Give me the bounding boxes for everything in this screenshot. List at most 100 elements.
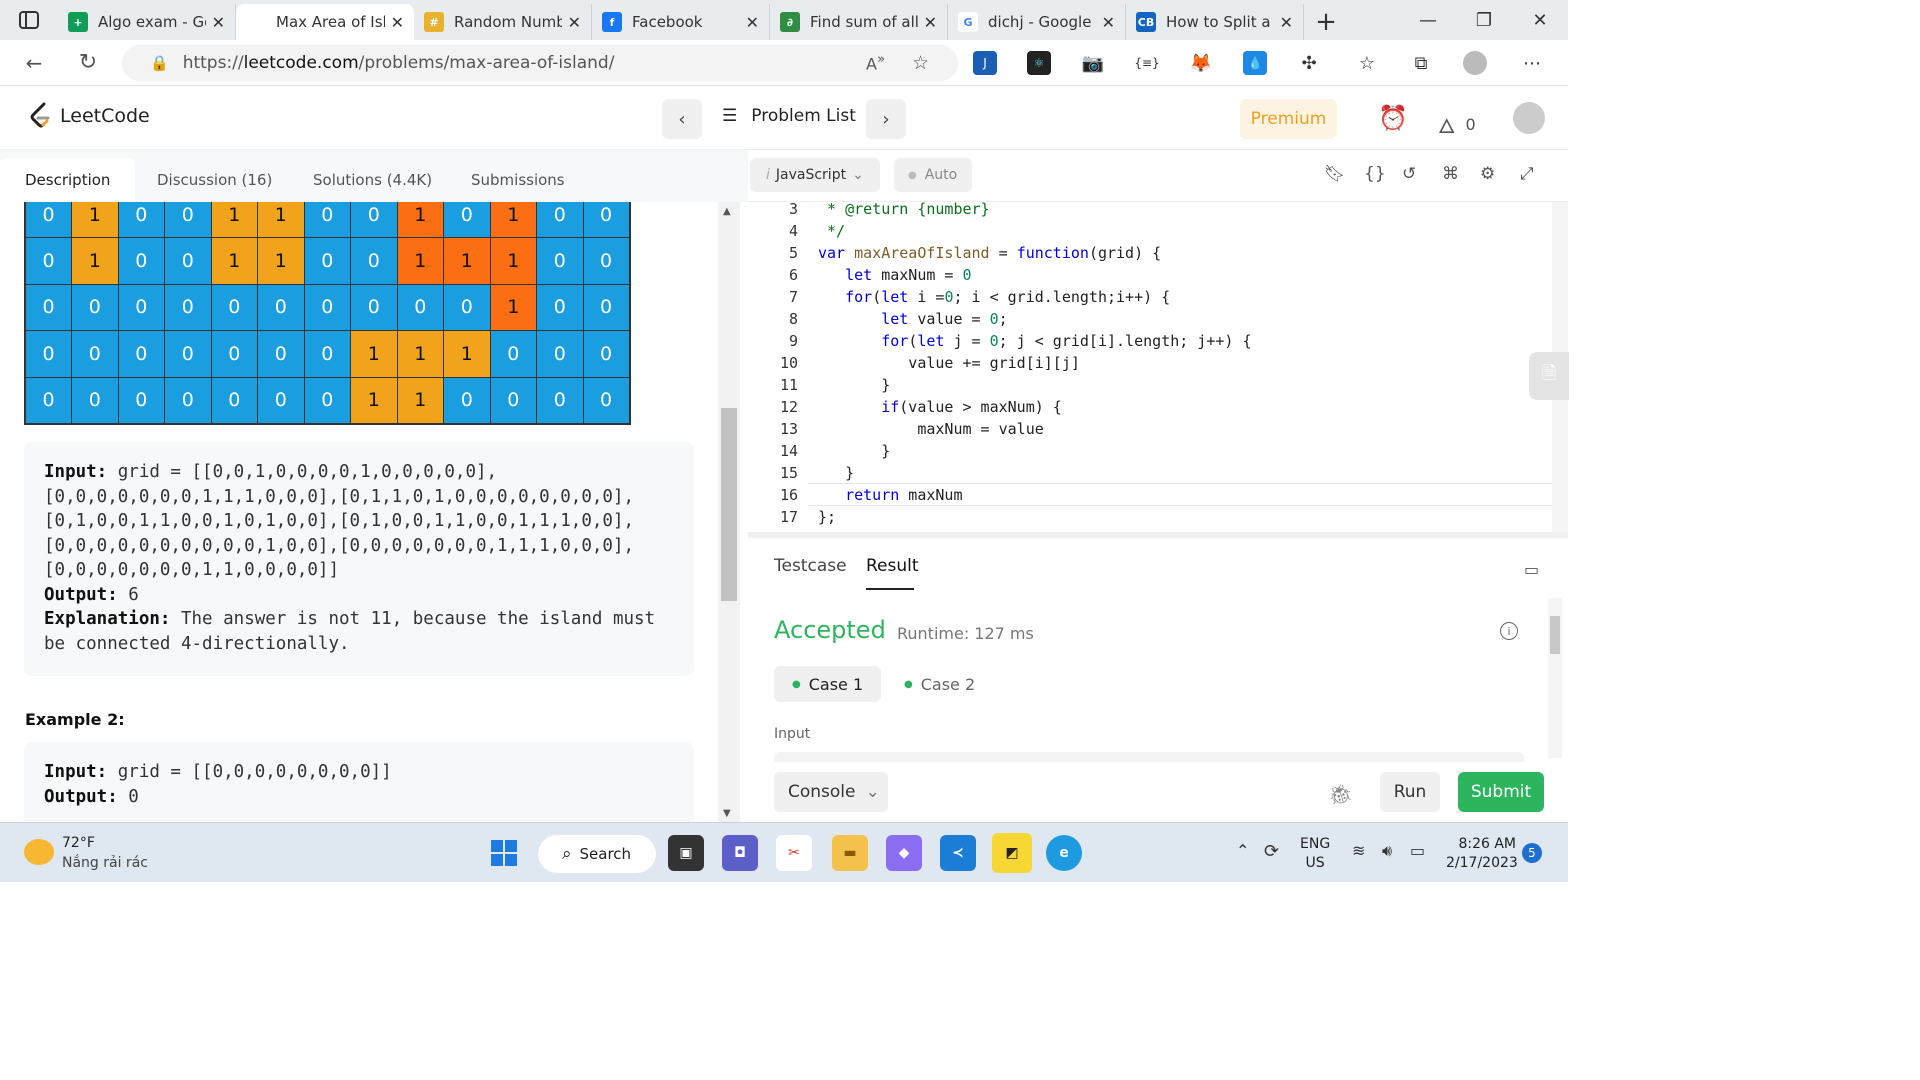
code-line[interactable]: }; xyxy=(818,508,836,526)
code-editor[interactable]: 3 * @return {number} 4 */ 5 var maxAreaOfIs… xyxy=(748,202,1552,532)
notes-file-icon[interactable]: 🗎 xyxy=(1529,352,1569,400)
browser-tab[interactable]: CB How to Split a ✕ xyxy=(1126,4,1304,40)
close-tab-icon[interactable]: ✕ xyxy=(391,13,404,32)
copilot-icon[interactable]: ◆ xyxy=(886,835,922,871)
code-line[interactable]: if(value > maxNum) { xyxy=(818,398,1062,416)
problem-list-button[interactable]: ☰ Problem List xyxy=(722,106,856,126)
json-viewer-icon[interactable]: {≡} xyxy=(1134,51,1160,75)
task-view-icon[interactable]: ▣ xyxy=(668,835,704,871)
close-tab-icon[interactable]: ✕ xyxy=(1280,13,1293,32)
tab-discussion[interactable]: Discussion (16) xyxy=(132,158,297,202)
command-icon[interactable]: ⌘ xyxy=(1442,164,1459,184)
close-tab-icon[interactable]: ✕ xyxy=(1102,13,1115,32)
close-tab-icon[interactable]: ✕ xyxy=(568,13,581,32)
tab-submissions[interactable]: Submissions xyxy=(446,158,590,202)
next-problem-button[interactable]: › xyxy=(866,99,906,139)
bookmark-icon[interactable]: 🔖︎ xyxy=(1324,164,1346,184)
tab-solutions[interactable]: Solutions (4.4K) xyxy=(288,158,457,202)
sticky-notes-icon[interactable]: ◩ xyxy=(992,833,1032,873)
browser-tab[interactable]: Gdichj - Google ✕ xyxy=(948,4,1126,40)
prev-problem-button[interactable]: ‹ xyxy=(662,99,702,139)
language-indicator[interactable]: ENG US xyxy=(1300,835,1330,873)
favorites-icon[interactable]: ☆ xyxy=(1355,51,1379,75)
camera-icon[interactable]: 📷 xyxy=(1081,51,1105,75)
extension-j-icon[interactable]: J xyxy=(973,51,997,75)
code-line[interactable]: let value = 0; xyxy=(818,310,1007,328)
start-windows-icon[interactable] xyxy=(486,835,522,871)
sync-icon[interactable]: ⟳ xyxy=(1264,841,1279,862)
extensions-puzzle-icon[interactable]: ✣ xyxy=(1297,51,1321,75)
vscode-icon[interactable]: ≺ xyxy=(940,835,976,871)
browser-tab[interactable]: Max Area of Isla ✕ xyxy=(236,4,414,40)
code-line[interactable]: return maxNum xyxy=(818,486,962,504)
language-select[interactable]: i JavaScript ⌄ xyxy=(750,158,880,192)
streak-counter[interactable]: 🜂 0 xyxy=(1438,104,1476,145)
premium-button[interactable]: Premium xyxy=(1240,99,1337,139)
code-line[interactable]: maxNum = value xyxy=(818,420,1043,438)
info-icon[interactable]: i xyxy=(1500,622,1518,640)
collections-icon[interactable]: ⧉ xyxy=(1409,51,1433,75)
browser-tab[interactable]: f Facebook ✕ xyxy=(592,4,770,40)
code-line[interactable]: var maxAreaOfIsland = function(grid) { xyxy=(818,244,1161,262)
code-line[interactable]: } xyxy=(818,376,890,394)
weather-desc[interactable]: Nắng rải rác xyxy=(62,855,148,871)
alarm-clock-icon[interactable]: ⏰ xyxy=(1378,104,1408,132)
code-line[interactable]: } xyxy=(818,464,854,482)
browser-tab[interactable]: ∂ Find sum of all ✕ xyxy=(770,4,948,40)
code-line[interactable]: */ xyxy=(818,222,845,240)
auto-button[interactable]: ● Auto xyxy=(894,158,972,192)
tab-testcase[interactable]: Testcase xyxy=(774,556,847,576)
scroll-up-arrow-icon[interactable]: ▲ xyxy=(723,206,731,217)
code-line[interactable]: } xyxy=(818,442,890,460)
code-line[interactable]: * @return {number} xyxy=(818,202,990,218)
chevron-up-icon[interactable]: ⌃ xyxy=(1236,841,1249,860)
expand-icon[interactable]: ⤢ xyxy=(1520,164,1534,184)
close-tab-icon[interactable]: ✕ xyxy=(924,13,937,32)
read-aloud-icon[interactable]: A» xyxy=(866,52,885,73)
tab-description[interactable]: Description xyxy=(0,158,136,202)
code-line[interactable]: value += grid[i][j] xyxy=(818,354,1080,372)
new-tab-button[interactable]: + xyxy=(1304,4,1348,40)
clock[interactable]: 8:26 AM 2/17/2023 xyxy=(1446,835,1518,873)
more-menu-icon[interactable]: ⋯ xyxy=(1520,51,1544,75)
leetcode-logo[interactable]: LeetCode xyxy=(28,102,150,130)
battery-icon[interactable]: ▭ xyxy=(1410,841,1425,860)
volume-icon[interactable]: 🔊︎ xyxy=(1382,841,1392,861)
layout-panel-icon[interactable]: ▭ xyxy=(1524,560,1539,579)
settings-gear-icon[interactable]: ⚙ xyxy=(1480,164,1495,184)
drop-extension-icon[interactable]: 💧 xyxy=(1243,51,1267,75)
debug-bug-icon[interactable]: 🐞︎ xyxy=(1328,782,1353,806)
url-field[interactable]: 🔒 https://leetcode.com/problems/max-area… xyxy=(122,45,958,81)
tab-actions-icon[interactable] xyxy=(0,0,58,40)
description-scroll-thumb[interactable] xyxy=(721,408,737,601)
tab-result[interactable]: Result xyxy=(866,556,919,576)
file-explorer-icon[interactable]: ▬ xyxy=(832,835,868,871)
code-line[interactable]: for(let i =0; i < grid.length;i++) { xyxy=(818,288,1170,306)
user-avatar[interactable] xyxy=(1513,102,1545,134)
wifi-icon[interactable]: ≋ xyxy=(1352,841,1365,860)
browser-tab[interactable]: + Algo exam - Go ✕ xyxy=(58,4,236,40)
restore-button[interactable]: ❐ xyxy=(1456,0,1512,40)
close-window-button[interactable]: ✕ xyxy=(1512,0,1568,40)
close-tab-icon[interactable]: ✕ xyxy=(746,13,759,32)
weather-sun-icon[interactable] xyxy=(24,839,54,865)
profile-avatar-icon[interactable] xyxy=(1463,51,1487,75)
taskbar-search[interactable]: ⌕ Search xyxy=(538,835,656,873)
case-2-tab[interactable]: ● Case 2 xyxy=(886,666,993,702)
weather-temp[interactable]: 72°F xyxy=(62,835,95,851)
metamask-icon[interactable]: 🦊 xyxy=(1189,51,1213,75)
back-arrow-icon[interactable]: ← xyxy=(16,45,52,81)
console-button[interactable]: Console ⌄ xyxy=(774,772,888,812)
snipping-tool-icon[interactable]: ✂ xyxy=(776,835,812,871)
case-1-tab[interactable]: ● Case 1 xyxy=(774,666,882,702)
reset-icon[interactable]: ↺ xyxy=(1402,164,1416,184)
edge-browser-icon[interactable]: e xyxy=(1046,835,1082,871)
run-button[interactable]: Run xyxy=(1380,772,1440,812)
teams-chat-icon[interactable]: ◘ xyxy=(722,835,758,871)
scroll-down-arrow-icon[interactable]: ▼ xyxy=(723,808,731,819)
submit-button[interactable]: Submit xyxy=(1458,772,1544,812)
refresh-icon[interactable]: ↻ xyxy=(70,45,106,81)
notification-badge[interactable]: 5 xyxy=(1522,843,1542,863)
code-line[interactable]: let maxNum = 0 xyxy=(818,266,971,284)
close-tab-icon[interactable]: ✕ xyxy=(212,13,225,32)
